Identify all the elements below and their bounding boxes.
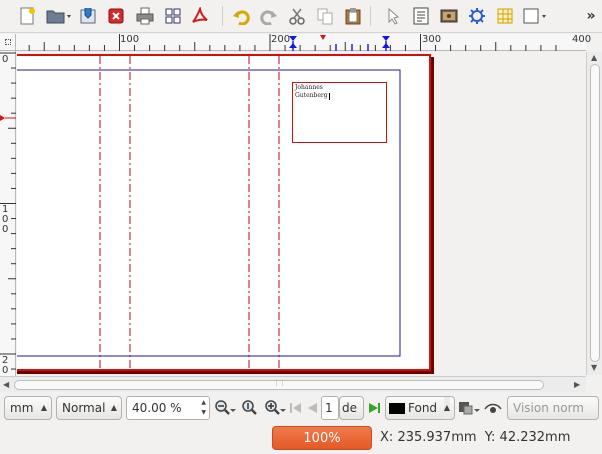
updown-arrows-icon: ▲▼ — [40, 403, 47, 412]
zoom-input[interactable]: 40.00 % ▲ ▼ — [126, 396, 210, 420]
ruler-label-400: 400 — [572, 34, 592, 45]
ruler-label-100: 100 — [120, 34, 140, 45]
ruler-label-300: 300 — [422, 34, 442, 45]
toolbar-separator — [370, 6, 371, 26]
page-of-select[interactable]: de — [339, 396, 364, 420]
toolbar-separator — [222, 6, 223, 26]
ruler-origin-icon — [5, 39, 11, 45]
mode-select-value: Normal — [62, 401, 106, 415]
page-number-value: 1 — [325, 401, 333, 415]
spin-arrows-icon: ▲ ▼ — [201, 399, 206, 416]
ruler-label-200: 200 — [271, 34, 291, 45]
render-frame-icon[interactable] — [466, 5, 488, 27]
open-folder-icon[interactable] — [46, 5, 72, 27]
text-frame[interactable]: Johannes Gutenberg — [292, 82, 387, 143]
next-page-icon[interactable] — [366, 399, 382, 417]
image-frame-icon[interactable] — [438, 5, 460, 27]
scroll-down-icon[interactable]: ▼ — [591, 363, 597, 373]
right-indent-marker[interactable] — [382, 36, 390, 41]
x-value: 235.937mm — [397, 430, 477, 445]
updown-arrows-icon: ▲▼ — [443, 397, 450, 419]
cursor-position-marker — [320, 35, 326, 40]
updown-arrows-icon: ▲▼ — [110, 403, 117, 412]
scribus-window: » 100 200 300 400 0 1 0 0 2 0 Johannes G… — [0, 0, 602, 454]
zoom-100-button[interactable]: 100% — [272, 426, 372, 450]
zoom-in-icon[interactable] — [263, 399, 287, 417]
vertical-scrollbar[interactable]: ▲ ▼ — [586, 52, 602, 375]
y-value: 42.232mm — [499, 430, 571, 445]
table-icon[interactable] — [494, 5, 516, 27]
v-ruler-label-0: 0 — [2, 54, 9, 65]
first-page-icon[interactable] — [289, 399, 303, 417]
scroll-grip-icon: ⋮⋮ — [273, 379, 286, 387]
scroll-up-icon[interactable]: ▲ — [591, 53, 597, 63]
text-line: Johannes — [295, 84, 323, 91]
layer-color-swatch — [389, 403, 405, 414]
text-line: Gutenberg — [295, 92, 328, 99]
scroll-right-icon[interactable]: ▶ — [574, 380, 580, 390]
document-page[interactable]: Johannes Gutenberg — [17, 54, 431, 371]
paste-icon[interactable] — [342, 5, 364, 27]
new-document-icon[interactable] — [16, 5, 38, 27]
undo-icon[interactable] — [230, 5, 252, 27]
zoom-out-icon[interactable] — [213, 399, 237, 417]
zoom-100-icon[interactable] — [240, 399, 260, 417]
status-bar: 100% X: 235.937mm Y: 42.232mm — [0, 423, 602, 454]
page-number-input[interactable]: 1 — [321, 396, 339, 420]
first-line-indent-marker[interactable] — [289, 43, 297, 48]
y-label: Y: — [484, 430, 496, 445]
preview-mode-value: Vision norm — [513, 401, 584, 415]
preview-mode-select[interactable]: Vision norm — [507, 396, 599, 420]
bottom-toolbar: mm ▲▼ Normal ▲▼ 40.00 % ▲▼ 1 de — [0, 393, 602, 423]
preflight-icon[interactable] — [162, 5, 184, 27]
mode-select[interactable]: Normal ▲▼ — [56, 396, 122, 420]
main-toolbar: » — [0, 0, 602, 33]
page-of-value: de — [342, 401, 357, 415]
previous-page-icon[interactable] — [305, 399, 319, 417]
copy-icon[interactable] — [314, 5, 336, 27]
scroll-left-icon[interactable]: ◀ — [3, 380, 9, 390]
horizontal-scroll-thumb[interactable]: ⋮⋮ — [14, 379, 544, 390]
v-ruler-label-200: 2 0 — [2, 355, 9, 376]
close-document-icon[interactable] — [105, 5, 127, 27]
coordinates-display: X: 235.937mm Y: 42.232mm — [380, 430, 570, 445]
v-ruler-label-100: 1 0 0 — [2, 204, 9, 235]
document-canvas[interactable]: Johannes Gutenberg — [17, 52, 586, 375]
right-indent-marker-bottom[interactable] — [382, 43, 390, 48]
toolbar-more-button[interactable]: » — [582, 5, 600, 27]
text-cursor — [328, 92, 330, 100]
horizontal-ruler[interactable]: 100 200 300 400 — [16, 34, 591, 51]
cut-icon[interactable] — [286, 5, 308, 27]
export-pdf-icon[interactable] — [189, 5, 211, 27]
eye-icon[interactable] — [483, 399, 503, 417]
vertical-scroll-thumb[interactable] — [590, 64, 600, 362]
x-label: X: — [380, 430, 394, 445]
shape-icon[interactable] — [522, 5, 548, 27]
save-icon[interactable] — [77, 5, 99, 27]
ruler-corner[interactable] — [0, 34, 16, 51]
unit-select-value: mm — [10, 401, 34, 415]
preview-toggle-icon[interactable] — [457, 399, 483, 417]
vertical-ruler[interactable]: 0 1 0 0 2 0 — [0, 51, 16, 377]
redo-icon[interactable] — [258, 5, 280, 27]
zoom-input-value: 40.00 % — [132, 401, 182, 415]
unit-select[interactable]: mm ▲▼ — [4, 396, 52, 420]
text-frame-icon[interactable] — [410, 5, 432, 27]
left-indent-marker[interactable] — [289, 36, 297, 41]
layer-select[interactable]: Fond ▲▼ — [385, 396, 455, 420]
print-icon[interactable] — [134, 5, 156, 27]
select-icon[interactable] — [382, 5, 404, 27]
horizontal-scrollbar[interactable]: ◀ ⋮⋮ ▶ — [0, 376, 586, 392]
layer-select-value: Fond — [408, 401, 438, 415]
